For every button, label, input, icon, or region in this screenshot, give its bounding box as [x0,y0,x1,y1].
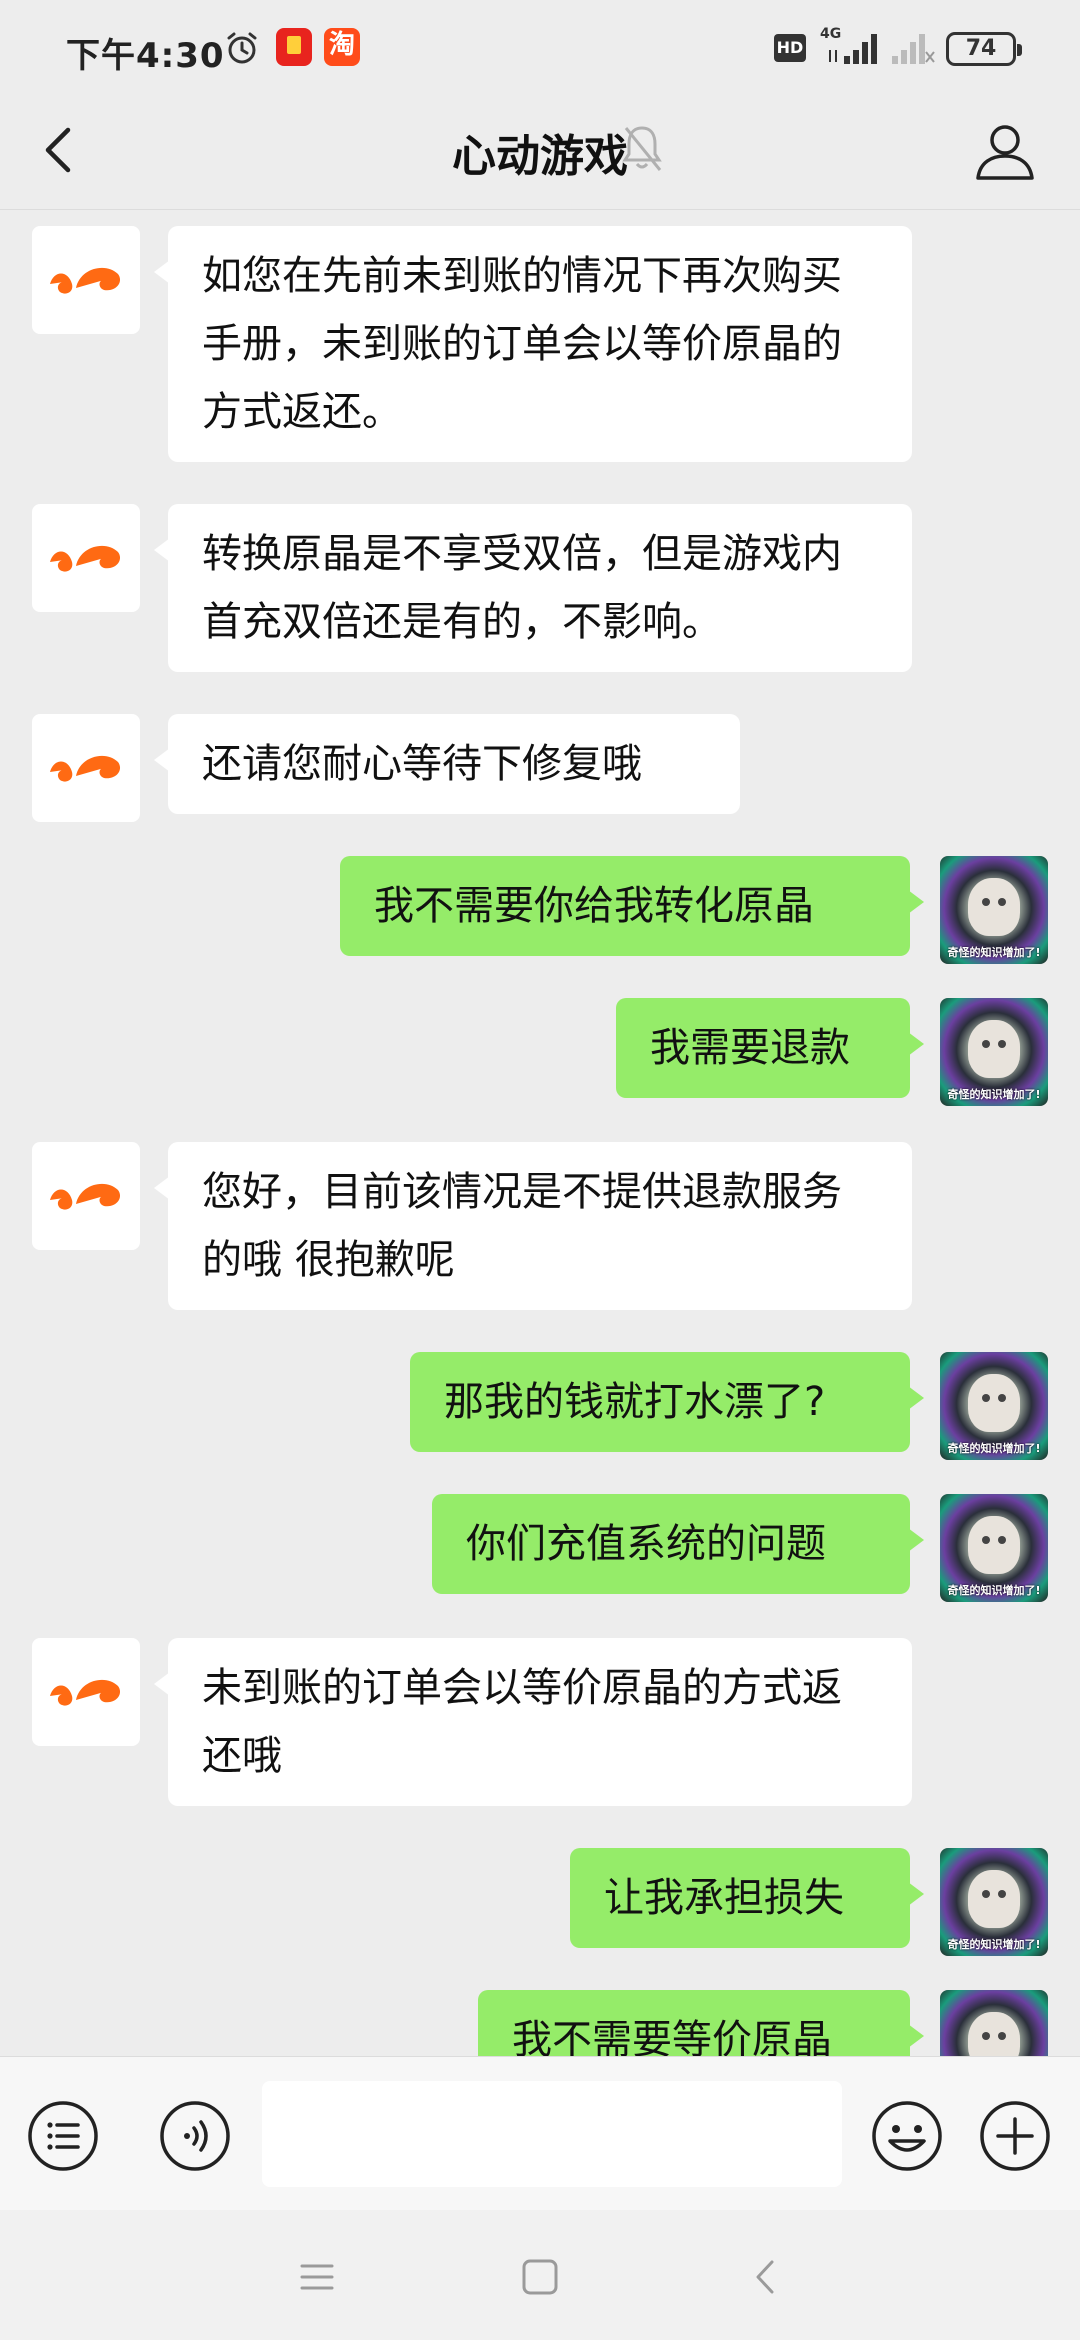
taobao-icon: 淘 [324,28,360,66]
message-input[interactable] [262,2081,842,2187]
business-avatar[interactable] [32,714,140,822]
app-notification-icon [276,28,312,66]
signal-icon [829,34,877,64]
system-back-icon[interactable] [740,2250,794,2304]
input-bar [0,2056,1080,2210]
plus-icon[interactable] [978,2099,1052,2173]
message-bubble-left[interactable]: 您好，目前该情况是不提供退款服务的哦 很抱歉呢 [154,1142,912,1310]
voice-icon[interactable] [158,2099,232,2173]
status-time: 下午4:30 [66,36,225,76]
business-avatar[interactable] [32,226,140,334]
message-bubble-right[interactable]: 让我承担损失 [570,1848,924,1948]
signal-2-icon [892,34,935,64]
chat-header: 心动游戏 [0,92,1080,210]
avatar-caption: 奇怪的知识增加了! [947,1442,1041,1455]
avatar-caption: 奇怪的知识增加了! [947,1584,1041,1597]
status-bar: 下午4:30 淘 HD 4G 74 [0,0,1080,92]
bell-off-icon [622,126,662,171]
message-bubble-left[interactable]: 还请您耐心等待下修复哦 [154,714,740,814]
hd-badge: HD [774,34,806,62]
chat-title: 心动游戏 [452,131,628,182]
xd-logo-icon [50,1679,121,1706]
xd-logo-icon [50,545,121,572]
message-bubble-right[interactable]: 我需要退款 [616,998,924,1098]
emoji-icon[interactable] [870,2099,944,2173]
profile-icon[interactable] [972,118,1038,184]
message-bubble-left[interactable]: 如您在先前未到账的情况下再次购买手册，未到账的订单会以等价原晶的方式返还。 [154,226,912,462]
system-navigation-bar [0,2210,1080,2340]
my-avatar[interactable]: 奇怪的知识增加了! [940,1990,1048,2056]
battery-indicator: 74 [946,32,1022,66]
xd-logo-icon [50,267,121,294]
xd-logo-icon [50,1183,121,1210]
business-avatar[interactable] [32,1638,140,1746]
alarm-icon [227,32,257,64]
my-avatar[interactable]: 奇怪的知识增加了! [940,1352,1048,1460]
business-avatar[interactable] [32,504,140,612]
avatar-caption: 奇怪的知识增加了! [947,1088,1041,1101]
message-bubble-left[interactable]: 未到账的订单会以等价原晶的方式返还哦 [154,1638,912,1806]
message-bubble-right[interactable]: 那我的钱就打水漂了? [410,1352,924,1452]
my-avatar[interactable]: 奇怪的知识增加了! [940,1494,1048,1602]
my-avatar[interactable]: 奇怪的知识增加了! [940,998,1048,1106]
business-avatar[interactable] [32,1142,140,1250]
home-icon[interactable] [513,2250,567,2304]
message-list[interactable]: 如您在先前未到账的情况下再次购买手册，未到账的订单会以等价原晶的方式返还。 转换… [0,210,1080,2056]
message-bubble-right[interactable]: 我不需要等价原晶 [478,1990,924,2056]
message-bubble-right[interactable]: 我不需要你给我转化原晶 [340,856,924,956]
my-avatar[interactable]: 奇怪的知识增加了! [940,1848,1048,1956]
message-bubble-right[interactable]: 你们充值系统的问题 [432,1494,924,1594]
menu-list-icon[interactable] [26,2099,100,2173]
xd-logo-icon [50,755,121,782]
avatar-caption: 奇怪的知识增加了! [947,946,1041,959]
message-bubble-left[interactable]: 转换原晶是不享受双倍，但是游戏内首充双倍还是有的，不影响。 [154,504,912,672]
recent-apps-icon[interactable] [290,2250,344,2304]
avatar-caption: 奇怪的知识增加了! [947,1938,1041,1951]
my-avatar[interactable]: 奇怪的知识增加了! [940,856,1048,964]
